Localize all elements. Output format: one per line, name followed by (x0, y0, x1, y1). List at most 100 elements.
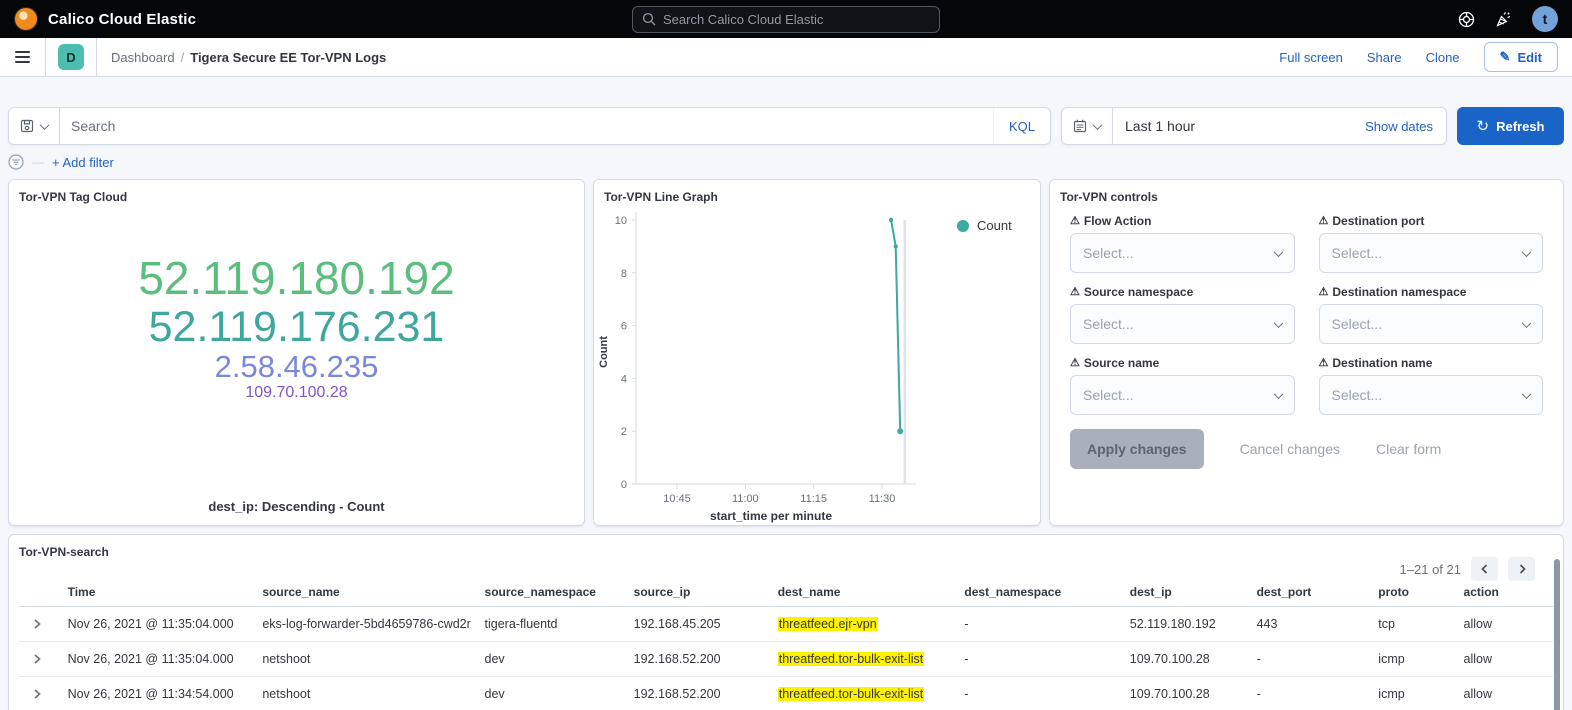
full-screen-button[interactable]: Full screen (1279, 50, 1343, 65)
table-cell: threatfeed.ejr-vpn (770, 607, 957, 642)
page-title: Tigera Secure EE Tor-VPN Logs (190, 50, 386, 65)
space-avatar: D (58, 44, 84, 70)
chevron-down-icon (1273, 247, 1283, 257)
filter-bar: — + Add filter (8, 153, 1564, 171)
table-cell: dev (477, 677, 626, 710)
legend-label: Count (977, 218, 1012, 233)
table-cell: allow (1456, 677, 1553, 710)
table-cell: 192.168.45.205 (626, 607, 770, 642)
saved-query-menu-button[interactable] (9, 108, 60, 144)
select-destination-port[interactable]: Select... (1319, 233, 1544, 273)
previous-page-button[interactable] (1471, 557, 1498, 581)
date-quick-menu-button[interactable] (1062, 108, 1113, 144)
table-cell: - (1249, 677, 1371, 710)
select-source-namespace[interactable]: Select... (1070, 304, 1295, 344)
pagination: 1–21 of 21 (1400, 557, 1535, 581)
brand: Calico Cloud Elastic (14, 7, 196, 31)
highlighted-value: threatfeed.tor-bulk-exit-list (778, 652, 925, 666)
edit-button[interactable]: ✎ Edit (1484, 42, 1558, 72)
tag-cloud-caption: dest_ip: Descending - Count (9, 499, 584, 514)
select-source-name[interactable]: Select... (1070, 375, 1295, 415)
next-page-button[interactable] (1508, 557, 1535, 581)
calico-logo-icon[interactable] (14, 7, 38, 31)
add-filter-button[interactable]: + Add filter (52, 155, 114, 170)
tag-cloud-term[interactable]: 2.58.46.235 (215, 350, 379, 383)
clone-button[interactable]: Clone (1426, 50, 1460, 65)
share-button[interactable]: Share (1367, 50, 1402, 65)
select-destination-name[interactable]: Select... (1319, 375, 1544, 415)
cancel-changes-button[interactable]: Cancel changes (1240, 441, 1340, 457)
table-cell: tigera-fluentd (477, 607, 626, 642)
time-range-value[interactable]: Last 1 hour (1113, 118, 1365, 134)
table-cell: threatfeed.tor-bulk-exit-list (770, 677, 957, 710)
global-search-box[interactable] (632, 6, 940, 33)
table-cell: 443 (1249, 607, 1371, 642)
tag-cloud-panel: Tor-VPN Tag Cloud 52.119.180.19252.119.1… (8, 179, 585, 526)
chevron-down-icon (1273, 389, 1283, 399)
breadcrumb-dashboard-link[interactable]: Dashboard (111, 50, 175, 65)
chevron-right-icon (31, 688, 43, 700)
control-label: ⚠Flow Action (1070, 214, 1295, 228)
refresh-button[interactable]: ↻ Refresh (1457, 107, 1564, 145)
breadcrumb: Dashboard / Tigera Secure EE Tor-VPN Log… (111, 50, 386, 65)
search-results-panel: Tor-VPN-search 1–21 of 21 Timesource_nam… (8, 534, 1564, 710)
breadcrumb-bar: D Dashboard / Tigera Secure EE Tor-VPN L… (0, 38, 1572, 77)
column-header-dest_namespace: dest_namespace (956, 579, 1121, 607)
column-header-dest_name: dest_name (770, 579, 957, 607)
controls-panel: Tor-VPN controls ⚠Flow ActionSelect...⚠D… (1049, 179, 1564, 526)
dashboard-actions: Full screen Share Clone ✎ Edit (1279, 42, 1558, 72)
chevron-down-icon (1522, 318, 1532, 328)
column-header-dest_ip: dest_ip (1122, 579, 1249, 607)
tag-cloud-term[interactable]: 109.70.100.28 (245, 384, 347, 401)
search-input[interactable] (60, 118, 993, 134)
tag-cloud-term[interactable]: 52.119.180.192 (138, 254, 454, 304)
table-header-row: Timesource_namesource_namespacesource_ip… (19, 579, 1553, 607)
select-flow-action[interactable]: Select... (1070, 233, 1295, 273)
filter-divider: — (32, 155, 44, 169)
highlighted-value: threatfeed.tor-bulk-exit-list (778, 687, 925, 701)
filter-icon[interactable] (8, 154, 24, 170)
table-row: Nov 26, 2021 @ 11:35:04.000netshootdev19… (19, 642, 1553, 677)
party-popper-icon[interactable] (1495, 11, 1512, 28)
tag-cloud-term[interactable]: 52.119.176.231 (149, 304, 445, 350)
table-cell: 192.168.52.200 (626, 677, 770, 710)
chevron-down-icon (1522, 389, 1532, 399)
apply-changes-button[interactable]: Apply changes (1070, 429, 1204, 469)
show-dates-button[interactable]: Show dates (1365, 119, 1446, 134)
chevron-right-icon (31, 618, 43, 630)
calendar-icon (1073, 119, 1087, 133)
panel-title: Tor-VPN Tag Cloud (9, 180, 584, 204)
table-cell: - (956, 677, 1121, 710)
legend-item-count[interactable]: Count (957, 218, 1012, 233)
topbar-actions: t (1458, 6, 1558, 32)
control-label: ⚠Destination namespace (1319, 285, 1544, 299)
panel-title: Tor-VPN controls (1050, 180, 1563, 204)
global-search-input[interactable] (663, 12, 930, 27)
control-field-source-name: ⚠Source nameSelect... (1070, 356, 1295, 415)
svg-text:10: 10 (615, 215, 627, 227)
select-destination-namespace[interactable]: Select... (1319, 304, 1544, 344)
column-header-action: action (1456, 579, 1553, 607)
warning-icon: ⚠ (1070, 358, 1080, 369)
table-cell: Nov 26, 2021 @ 11:34:54.000 (60, 677, 255, 710)
highlighted-value: threatfeed.ejr-vpn (778, 617, 878, 631)
space-selector[interactable]: D (46, 38, 97, 76)
table-cell: Nov 26, 2021 @ 11:35:04.000 (60, 642, 255, 677)
menu-icon[interactable] (0, 38, 46, 76)
expand-row-button[interactable] (29, 616, 45, 632)
expand-row-button[interactable] (29, 686, 45, 702)
svg-text:start_time per minute: start_time per minute (710, 509, 832, 523)
svg-text:6: 6 (621, 321, 627, 333)
kql-button[interactable]: KQL (993, 108, 1050, 144)
column-header-source_ip: source_ip (626, 579, 770, 607)
control-field-destination-name: ⚠Destination nameSelect... (1319, 356, 1544, 415)
control-field-destination-port: ⚠Destination port Select... (1319, 214, 1544, 273)
help-icon[interactable] (1458, 11, 1475, 28)
vertical-scrollbar[interactable] (1554, 559, 1560, 710)
clear-form-button[interactable]: Clear form (1376, 441, 1441, 457)
search-results-table: Timesource_namesource_namespacesource_ip… (19, 579, 1553, 710)
expand-row-button[interactable] (29, 651, 45, 667)
control-label: ⚠Destination port (1319, 214, 1544, 228)
user-avatar[interactable]: t (1532, 6, 1558, 32)
refresh-icon: ↻ (1477, 119, 1490, 134)
